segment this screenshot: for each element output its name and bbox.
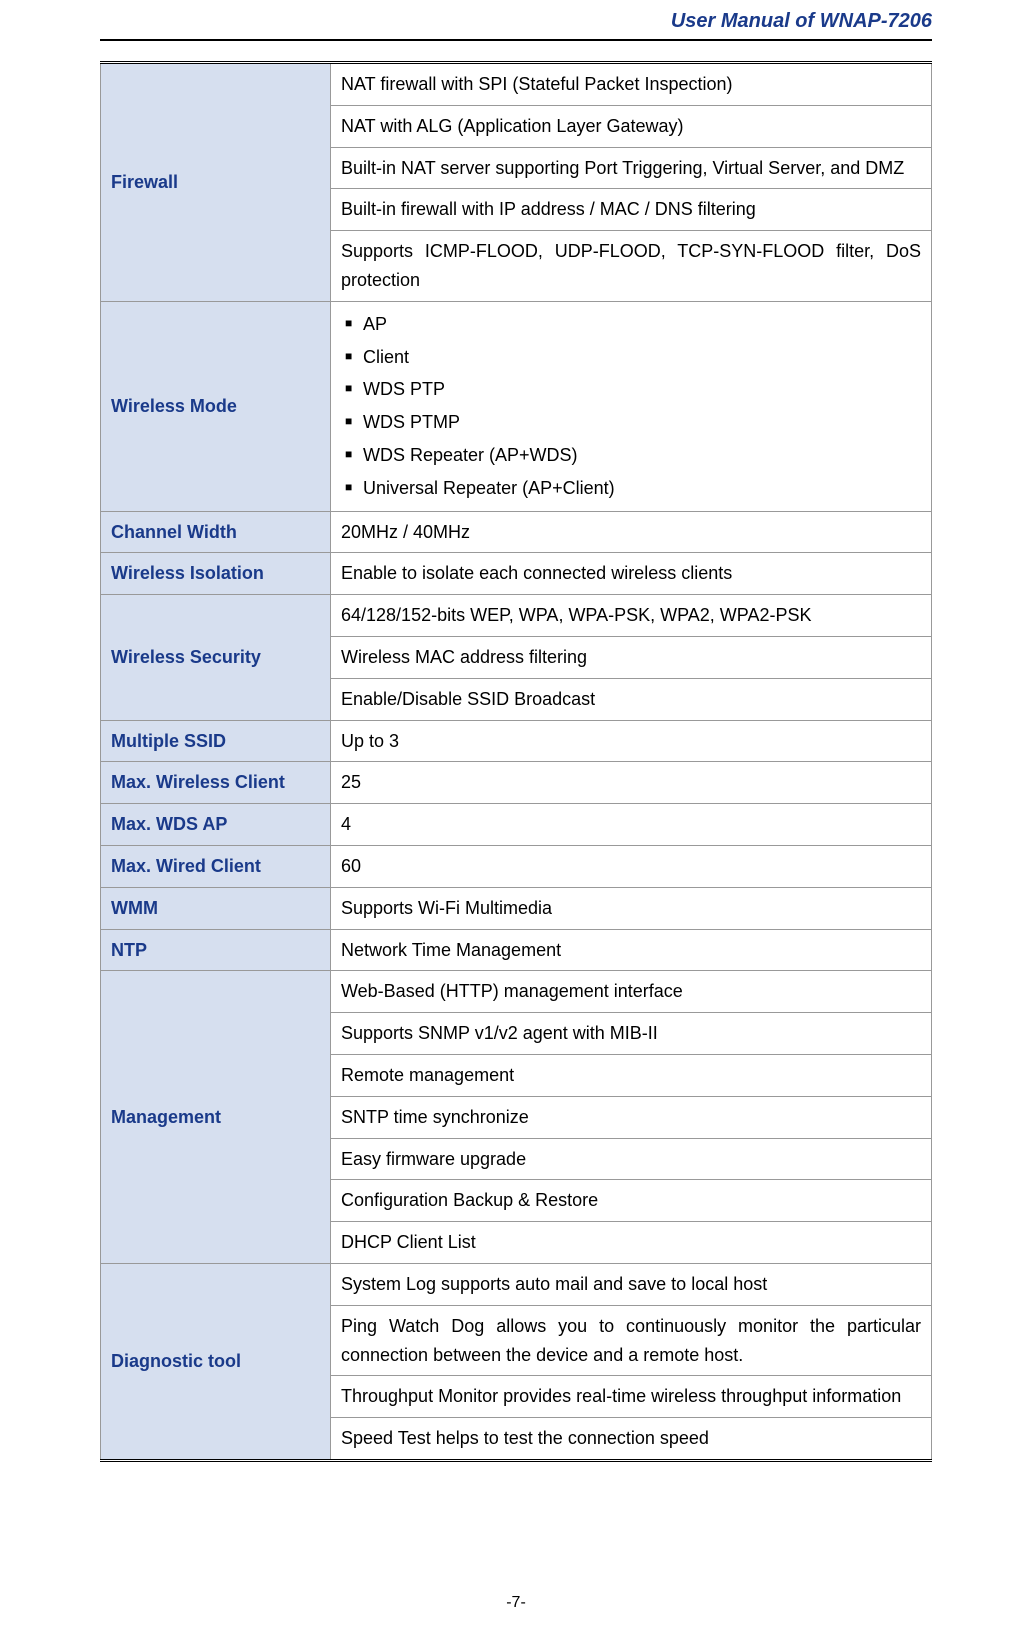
list-item: WDS PTP xyxy=(341,373,921,406)
spec-label: NTP xyxy=(101,929,331,971)
spec-value: Speed Test helps to test the connection … xyxy=(331,1418,932,1461)
list-item: AP xyxy=(341,308,921,341)
spec-value: Configuration Backup & Restore xyxy=(331,1180,932,1222)
spec-value: Enable/Disable SSID Broadcast xyxy=(331,678,932,720)
spec-value: Enable to isolate each connected wireles… xyxy=(331,553,932,595)
spec-label: Wireless Isolation xyxy=(101,553,331,595)
table-row: Max. Wired Client60 xyxy=(101,845,932,887)
spec-value: Built-in firewall with IP address / MAC … xyxy=(331,189,932,231)
table-row: FirewallNAT firewall with SPI (Stateful … xyxy=(101,63,932,106)
spec-value: 4 xyxy=(331,804,932,846)
table-row: Max. Wireless Client25 xyxy=(101,762,932,804)
spec-label: Max. WDS AP xyxy=(101,804,331,846)
table-row: Diagnostic toolSystem Log supports auto … xyxy=(101,1263,932,1305)
spec-value: SNTP time synchronize xyxy=(331,1096,932,1138)
spec-value: Supports ICMP-FLOOD, UDP-FLOOD, TCP-SYN-… xyxy=(331,231,932,302)
spec-table: FirewallNAT firewall with SPI (Stateful … xyxy=(100,61,932,1462)
bullet-list: APClientWDS PTPWDS PTMPWDS Repeater (AP+… xyxy=(341,308,921,505)
spec-label: Management xyxy=(101,971,331,1264)
spec-value: Web-Based (HTTP) management interface xyxy=(331,971,932,1013)
list-item: Universal Repeater (AP+Client) xyxy=(341,472,921,505)
spec-value: Ping Watch Dog allows you to continuousl… xyxy=(331,1305,932,1376)
table-row: Max. WDS AP4 xyxy=(101,804,932,846)
spec-value: NAT firewall with SPI (Stateful Packet I… xyxy=(331,63,932,106)
spec-label: Diagnostic tool xyxy=(101,1263,331,1460)
list-item: Client xyxy=(341,341,921,374)
spec-value: 64/128/152-bits WEP, WPA, WPA-PSK, WPA2,… xyxy=(331,595,932,637)
spec-value: Remote management xyxy=(331,1054,932,1096)
spec-value: Supports Wi-Fi Multimedia xyxy=(331,887,932,929)
spec-value: Network Time Management xyxy=(331,929,932,971)
table-row: WMMSupports Wi-Fi Multimedia xyxy=(101,887,932,929)
table-row: Multiple SSIDUp to 3 xyxy=(101,720,932,762)
page-header-title: User Manual of WNAP-7206 xyxy=(100,10,932,41)
spec-value: Throughput Monitor provides real-time wi… xyxy=(331,1376,932,1418)
spec-value: 20MHz / 40MHz xyxy=(331,511,932,553)
spec-value: 25 xyxy=(331,762,932,804)
spec-value: Supports SNMP v1/v2 agent with MIB-II xyxy=(331,1013,932,1055)
spec-label: Wireless Mode xyxy=(101,301,331,511)
spec-value: Built-in NAT server supporting Port Trig… xyxy=(331,147,932,189)
table-row: NTPNetwork Time Management xyxy=(101,929,932,971)
table-row: Channel Width20MHz / 40MHz xyxy=(101,511,932,553)
spec-value: System Log supports auto mail and save t… xyxy=(331,1263,932,1305)
table-row: Wireless IsolationEnable to isolate each… xyxy=(101,553,932,595)
spec-value: NAT with ALG (Application Layer Gateway) xyxy=(331,105,932,147)
spec-label: Wireless Security xyxy=(101,595,331,720)
spec-label: Firewall xyxy=(101,63,331,302)
spec-value: Easy firmware upgrade xyxy=(331,1138,932,1180)
spec-label: Channel Width xyxy=(101,511,331,553)
spec-label: Max. Wireless Client xyxy=(101,762,331,804)
spec-label: Max. Wired Client xyxy=(101,845,331,887)
spec-label: Multiple SSID xyxy=(101,720,331,762)
table-row: Wireless ModeAPClientWDS PTPWDS PTMPWDS … xyxy=(101,301,932,511)
spec-value: Wireless MAC address filtering xyxy=(331,636,932,678)
spec-value: DHCP Client List xyxy=(331,1222,932,1264)
list-item: WDS PTMP xyxy=(341,406,921,439)
page-number: -7- xyxy=(0,1594,1032,1612)
spec-value: Up to 3 xyxy=(331,720,932,762)
list-item: WDS Repeater (AP+WDS) xyxy=(341,439,921,472)
spec-label: WMM xyxy=(101,887,331,929)
spec-value: APClientWDS PTPWDS PTMPWDS Repeater (AP+… xyxy=(331,301,932,511)
spec-value: 60 xyxy=(331,845,932,887)
table-row: Wireless Security64/128/152-bits WEP, WP… xyxy=(101,595,932,637)
table-row: ManagementWeb-Based (HTTP) management in… xyxy=(101,971,932,1013)
